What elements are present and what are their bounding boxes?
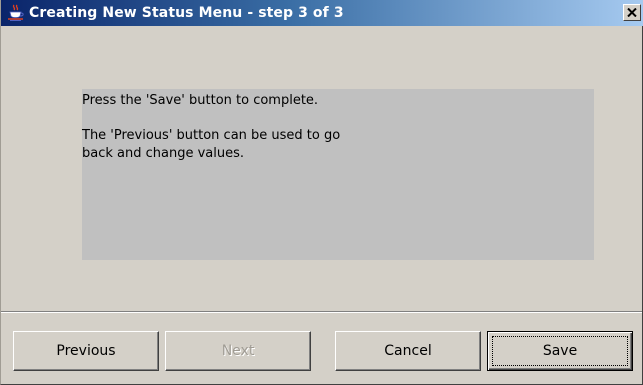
cancel-button[interactable]: Cancel: [335, 331, 481, 371]
title-bar[interactable]: Creating New Status Menu - step 3 of 3: [1, 0, 643, 26]
message-line-save: Press the 'Save' button to complete.: [82, 93, 319, 108]
close-button[interactable]: [623, 4, 641, 21]
window-title: Creating New Status Menu - step 3 of 3: [29, 5, 344, 21]
save-button[interactable]: Save: [487, 331, 633, 371]
java-cup-icon: [7, 4, 25, 22]
next-button: Next: [165, 331, 311, 371]
message-panel: Press the 'Save' button to complete. The…: [82, 89, 594, 260]
wizard-dialog: Creating New Status Menu - step 3 of 3 P…: [0, 0, 643, 385]
save-button-label: Save: [542, 343, 578, 359]
message-line-previous: The 'Previous' button can be used to go: [82, 128, 341, 143]
close-icon: [627, 8, 637, 17]
previous-button[interactable]: Previous: [13, 331, 159, 371]
button-separator: [1, 311, 642, 313]
message-line-back: back and change values.: [82, 146, 245, 161]
